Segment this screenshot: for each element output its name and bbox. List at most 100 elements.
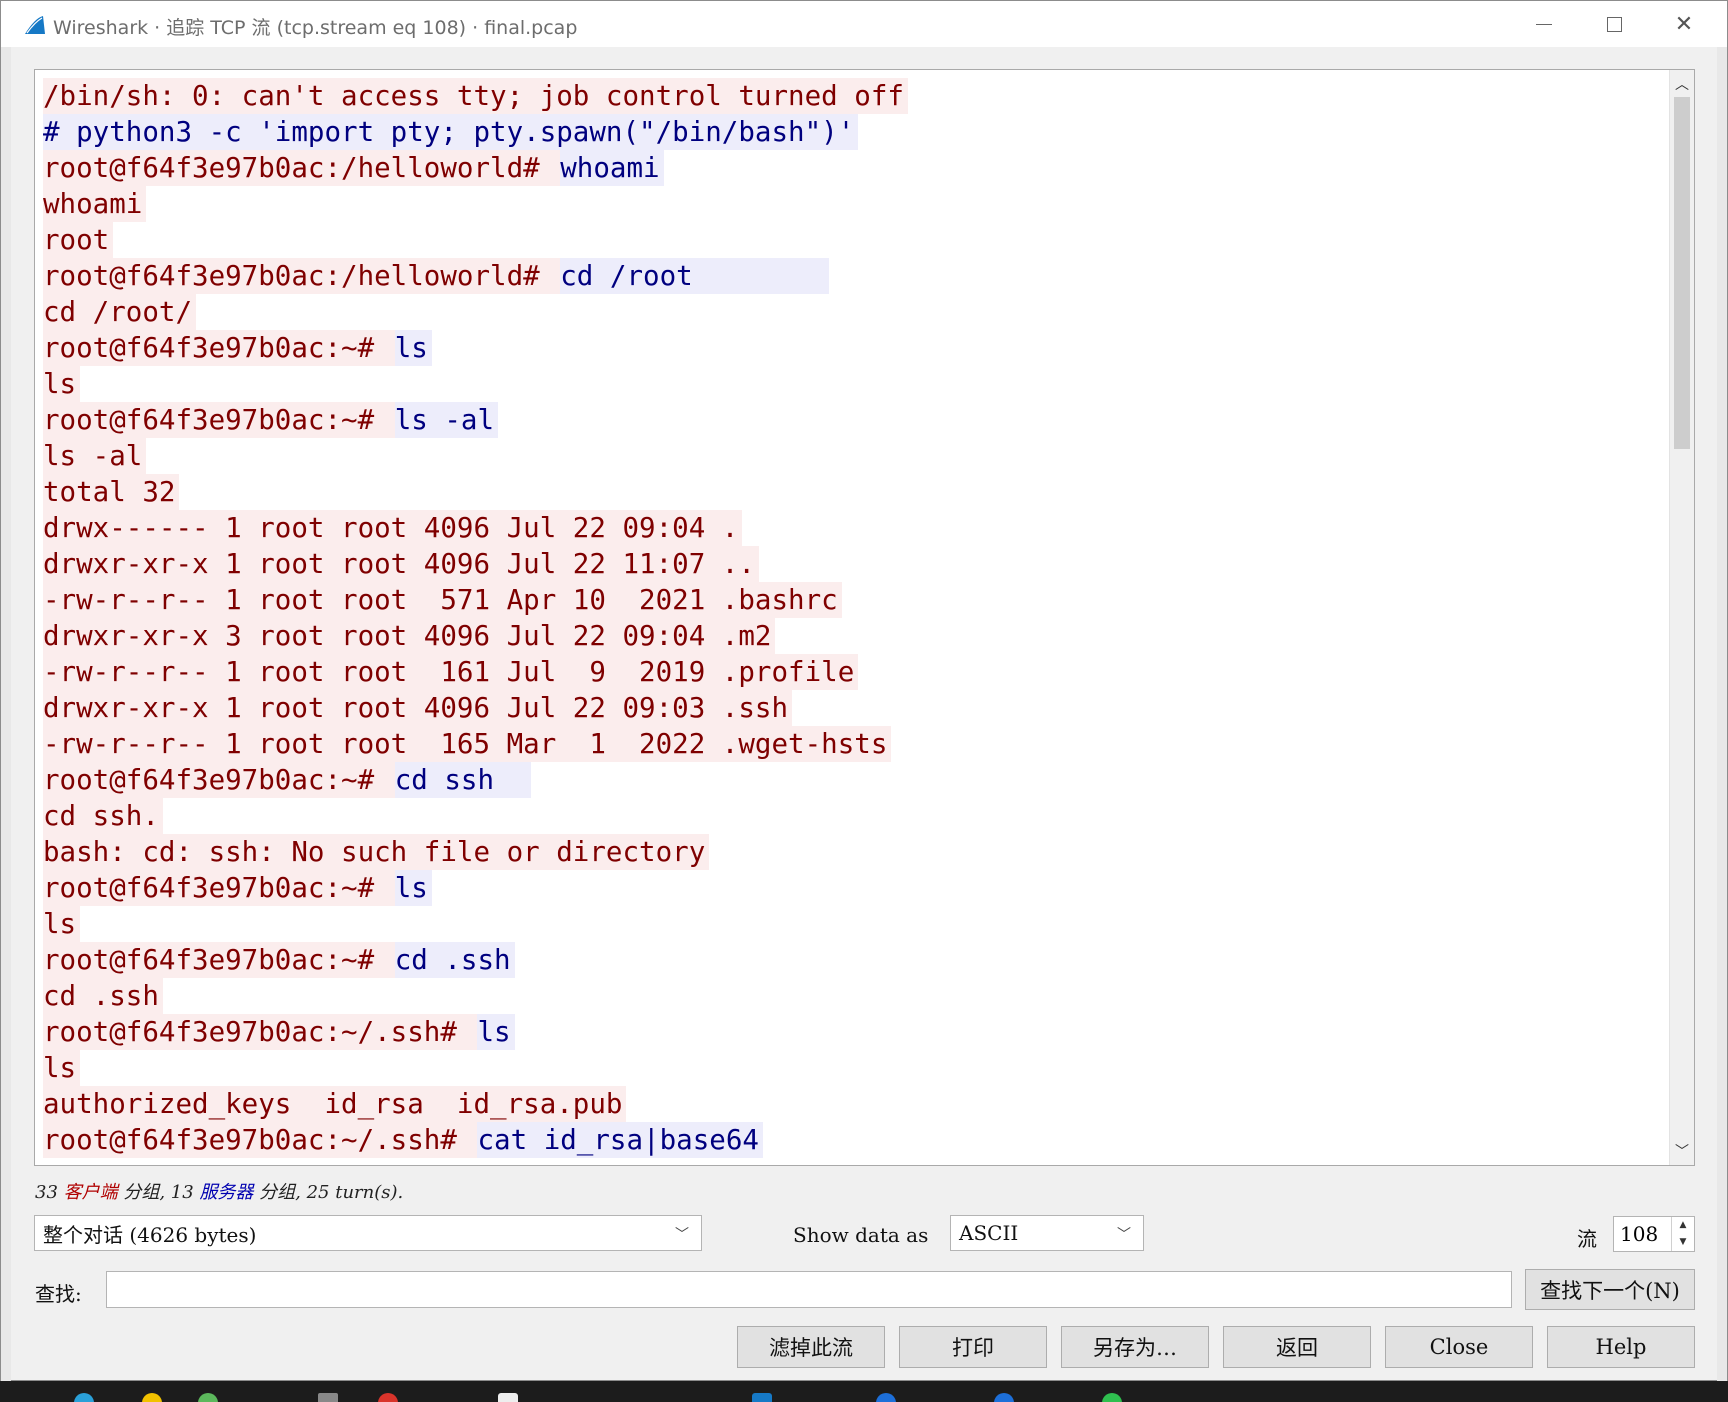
stream-line: root@f64f3e97b0ac:/helloworld# cd /root	[43, 258, 908, 294]
client-text: root@f64f3e97b0ac:~#	[43, 762, 395, 798]
show-data-as-label: Show data as	[793, 1223, 929, 1247]
client-text: drwxr-xr-x 1 root root 4096 Jul 22 09:03…	[43, 690, 793, 726]
client-text: root@f64f3e97b0ac:~#	[43, 870, 395, 906]
follow-tcp-stream-window: Wireshark · 追踪 TCP 流 (tcp.stream eq 108)…	[0, 0, 1728, 1382]
print-button[interactable]: 打印	[899, 1326, 1047, 1368]
client-text: /bin/sh: 0: can't access tty; job contro…	[43, 78, 908, 114]
taskbar-app-icon[interactable]	[142, 1393, 162, 1402]
find-input[interactable]	[106, 1271, 1512, 1308]
stream-line: root@f64f3e97b0ac:~# ls	[43, 870, 908, 906]
show-data-as-select[interactable]: ASCII ﹀	[950, 1215, 1144, 1251]
stream-line: drwx------ 1 root root 4096 Jul 22 09:04…	[43, 510, 908, 546]
minimize-icon	[1536, 23, 1552, 25]
client-text: cd ssh.	[43, 798, 163, 834]
client-text: cd .ssh	[43, 978, 163, 1014]
find-next-button[interactable]: 查找下一个(N)	[1525, 1269, 1695, 1310]
stream-line: root@f64f3e97b0ac:~# ls -al	[43, 402, 908, 438]
client-text: ls	[43, 366, 81, 402]
stream-number-spinbox[interactable]: 108 ▲ ▼	[1613, 1216, 1695, 1252]
stream-line: root	[43, 222, 908, 258]
vertical-scrollbar[interactable]: ︿ ﹀	[1669, 70, 1694, 1165]
spin-down-icon[interactable]: ▼	[1672, 1234, 1694, 1251]
stream-line: ls	[43, 1050, 908, 1086]
client-text: root@f64f3e97b0ac:/helloworld#	[43, 150, 561, 186]
client-text: drwx------ 1 root root 4096 Jul 22 09:04…	[43, 510, 743, 546]
client-text: bash: cd: ssh: No such file or directory	[43, 834, 710, 870]
scrollbar-thumb[interactable]	[1674, 97, 1690, 449]
stream-text: /bin/sh: 0: can't access tty; job contro…	[43, 78, 908, 1158]
stream-stats: 33 客户端 分组, 13 服务器 分组, 25 turn(s).	[35, 1178, 403, 1204]
stats-client-count: 33	[35, 1182, 64, 1203]
conversation-select-value: 整个对话 (4626 bytes)	[43, 1222, 257, 1247]
client-text: root@f64f3e97b0ac:~#	[43, 942, 395, 978]
filter-out-stream-button[interactable]: 滤掉此流	[737, 1326, 885, 1368]
stream-line: root@f64f3e97b0ac:~/.ssh# ls	[43, 1014, 908, 1050]
server-text: ls	[394, 330, 432, 366]
client-text: drwxr-xr-x 1 root root 4096 Jul 22 11:07…	[43, 546, 759, 582]
save-as-button[interactable]: 另存为…	[1061, 1326, 1209, 1368]
stats-client-label: 客户端	[63, 1182, 118, 1203]
client-text: root	[43, 222, 114, 258]
stream-line: drwxr-xr-x 3 root root 4096 Jul 22 09:04…	[43, 618, 908, 654]
client-text: root@f64f3e97b0ac:~#	[43, 330, 395, 366]
stream-line: # python3 -c 'import pty; pty.spawn("/bi…	[43, 114, 908, 150]
stream-number-value: 108	[1620, 1222, 1659, 1246]
stream-line: bash: cd: ssh: No such file or directory	[43, 834, 908, 870]
maximize-icon	[1606, 16, 1622, 32]
taskbar-app-icon[interactable]	[198, 1393, 218, 1402]
taskbar-app-icon[interactable]	[318, 1393, 338, 1402]
spin-buttons[interactable]: ▲ ▼	[1671, 1217, 1694, 1251]
scroll-down-icon[interactable]: ﹀	[1670, 1141, 1694, 1161]
stream-line: cd /root/	[43, 294, 908, 330]
spin-up-icon[interactable]: ▲	[1672, 1217, 1694, 1234]
client-text: authorized_keys id_rsa id_rsa.pub	[43, 1086, 627, 1122]
find-label: 查找:	[35, 1282, 82, 1306]
chevron-down-icon: ﹀	[1117, 1227, 1131, 1243]
stream-line: root@f64f3e97b0ac:/helloworld# whoami	[43, 150, 908, 186]
server-text: cd /root	[560, 258, 830, 294]
client-text: -rw-r--r-- 1 root root 571 Apr 10 2021 .…	[43, 582, 842, 618]
back-button[interactable]: 返回	[1223, 1326, 1371, 1368]
stream-line: whoami	[43, 186, 908, 222]
stream-line: -rw-r--r-- 1 root root 161 Jul 9 2019 .p…	[43, 654, 908, 690]
stream-line: ls -al	[43, 438, 908, 474]
taskbar-app-icon[interactable]	[74, 1393, 94, 1402]
help-button[interactable]: Help	[1547, 1326, 1695, 1368]
client-text: -rw-r--r-- 1 root root 165 Mar 1 2022 .w…	[43, 726, 892, 762]
chevron-down-icon: ﹀	[675, 1227, 689, 1243]
client-text: total 32	[43, 474, 180, 510]
maximize-button[interactable]	[1579, 1, 1649, 47]
close-button[interactable]: Close	[1385, 1326, 1533, 1368]
background-window-edge	[1, 47, 11, 1382]
server-text: ls	[477, 1014, 515, 1050]
minimize-button[interactable]	[1509, 1, 1579, 47]
client-text: ls	[43, 906, 81, 942]
server-text: # python3 -c 'import pty; pty.spawn("/bi…	[43, 114, 859, 150]
stream-line: /bin/sh: 0: can't access tty; job contro…	[43, 78, 908, 114]
server-text: cat id_rsa|base64	[477, 1122, 763, 1158]
client-text: root@f64f3e97b0ac:~#	[43, 402, 395, 438]
stream-label: 流	[1577, 1227, 1597, 1251]
stats-server-count: 分组, 13	[117, 1182, 200, 1203]
conversation-select[interactable]: 整个对话 (4626 bytes) ﹀	[34, 1215, 702, 1251]
stream-line: -rw-r--r-- 1 root root 165 Mar 1 2022 .w…	[43, 726, 908, 762]
scroll-up-icon[interactable]: ︿	[1670, 74, 1694, 94]
client-text: root@f64f3e97b0ac:~/.ssh#	[43, 1014, 478, 1050]
taskbar-app-icon[interactable]	[378, 1393, 398, 1402]
taskbar-app-icon[interactable]	[1102, 1393, 1122, 1402]
stats-server-label: 服务器	[199, 1182, 254, 1203]
taskbar-app-icon[interactable]	[498, 1393, 518, 1402]
stream-content-pane[interactable]: /bin/sh: 0: can't access tty; job contro…	[34, 69, 1695, 1166]
server-text: ls -al	[394, 402, 499, 438]
taskbar-app-icon[interactable]	[994, 1393, 1014, 1402]
title-bar[interactable]: Wireshark · 追踪 TCP 流 (tcp.stream eq 108)…	[1, 1, 1727, 47]
stream-line: root@f64f3e97b0ac:~# cd .ssh	[43, 942, 908, 978]
stream-line: root@f64f3e97b0ac:~/.ssh# cat id_rsa|bas…	[43, 1122, 908, 1158]
taskbar-app-icon[interactable]	[876, 1393, 896, 1402]
stream-line: cd ssh.	[43, 798, 908, 834]
taskbar-app-icon[interactable]	[752, 1393, 772, 1402]
window-title: Wireshark · 追踪 TCP 流 (tcp.stream eq 108)…	[53, 17, 578, 39]
close-window-button[interactable]: ✕	[1649, 1, 1719, 47]
server-text: cd ssh	[394, 762, 532, 798]
client-text: root@f64f3e97b0ac:~/.ssh#	[43, 1122, 478, 1158]
